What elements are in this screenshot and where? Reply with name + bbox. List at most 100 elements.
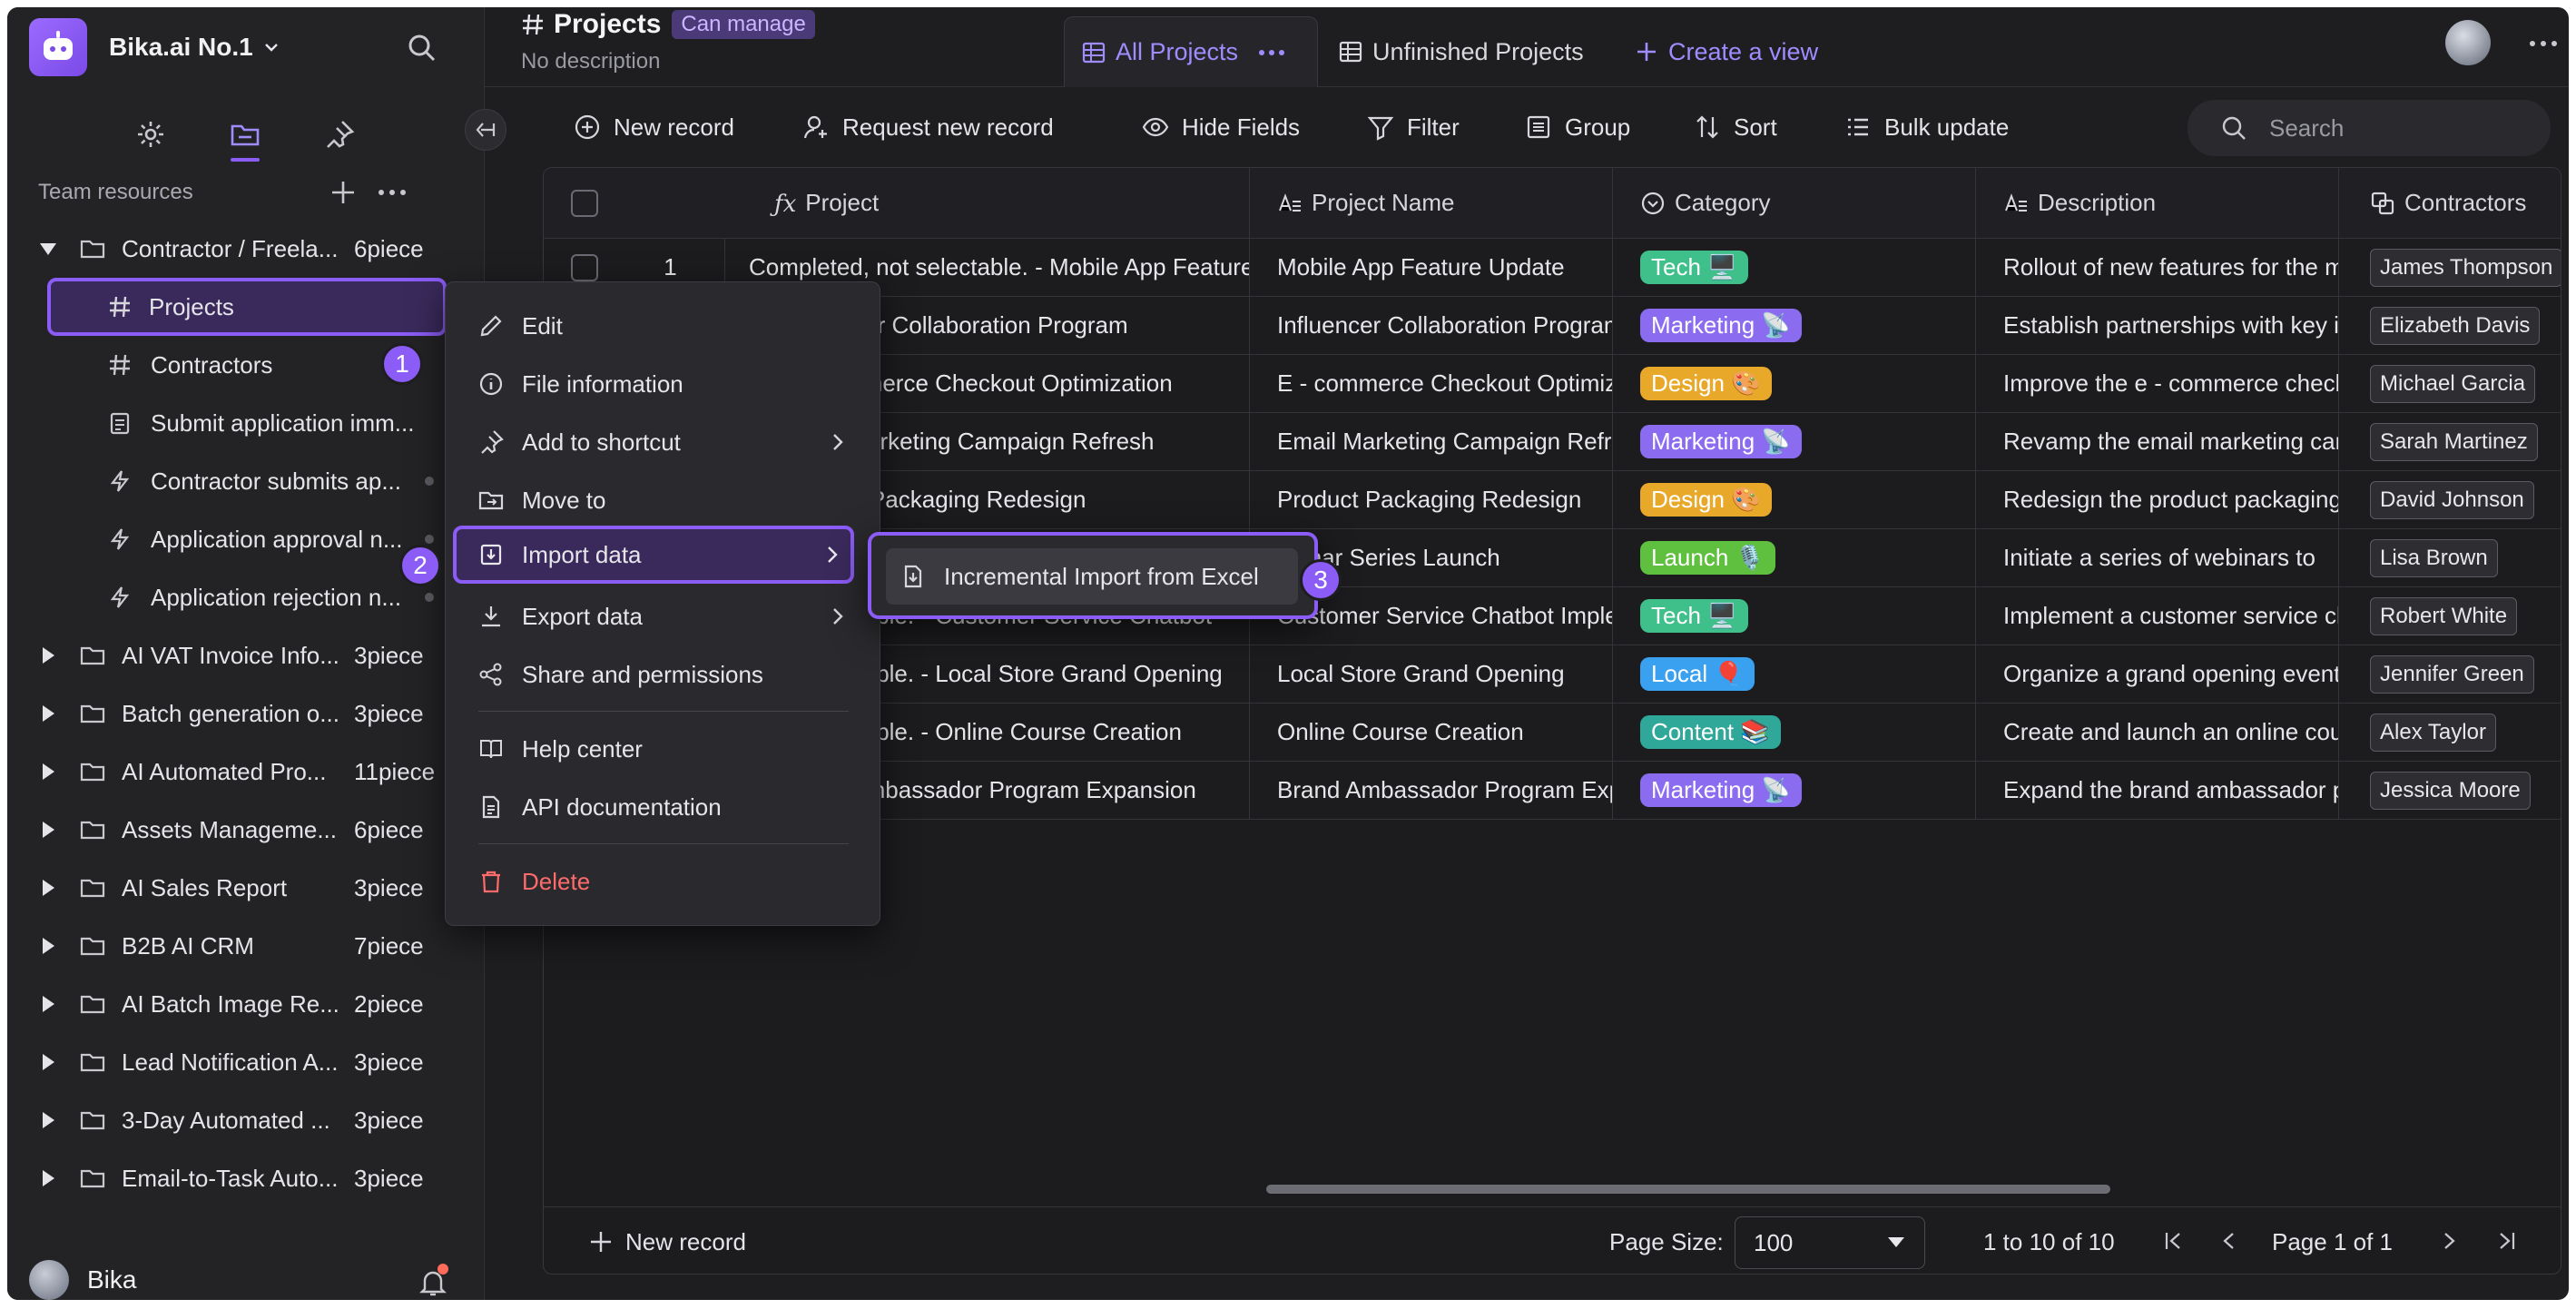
cell-category[interactable]: Marketing 📡 [1613,413,1976,470]
sidebar-item-automation[interactable]: Application approval n... [44,510,443,568]
more-icon[interactable] [1258,48,1285,57]
cell-project-name[interactable]: Influencer Collaboration Program [1250,297,1613,354]
more-icon[interactable] [2527,33,2560,54]
cell-description[interactable]: Establish partnerships with key influenc… [1976,297,2339,354]
cell-contractors[interactable]: Elizabeth Davis [2339,297,2561,354]
caret-right-icon[interactable] [38,994,58,1014]
sidebar-item-automation[interactable]: Application rejection n... [44,568,443,626]
tree-folder[interactable]: Lead Notification A... 3piece [7,1033,485,1091]
caret-right-icon[interactable] [38,936,58,956]
cell-project-name[interactable]: Product Packaging Redesign [1250,471,1613,528]
cell-contractors[interactable]: James Thompson [2339,239,2561,296]
tree-folder[interactable]: AI VAT Invoice Info... 3piece [7,626,485,684]
prev-page-icon[interactable] [2216,1227,2243,1255]
more-icon[interactable] [376,178,408,207]
cell-category[interactable]: Launch 🎙️ [1613,529,1976,586]
cell-contractors[interactable]: Lisa Brown [2339,529,2561,586]
tree-folder[interactable]: AI Batch Image Re... 2piece [7,975,485,1033]
first-page-icon[interactable] [2159,1227,2187,1255]
cell-category[interactable]: Local 🎈 [1613,645,1976,703]
page-size-select[interactable]: 100 [1735,1216,1925,1269]
cell-contractors[interactable]: Sarah Martinez [2339,413,2561,470]
folder-icon[interactable] [227,116,263,162]
cell-description[interactable]: Initiate a series of webinars to [1976,529,2339,586]
cell-description[interactable]: Revamp the email marketing campaign [1976,413,2339,470]
cell-project-name[interactable]: E - commerce Checkout Optimization [1250,355,1613,412]
hide-fields-button[interactable]: Hide Fields [1142,107,1300,147]
menu-item-incremental-import-excel[interactable]: Incremental Import from Excel [886,548,1298,605]
cell-project-name[interactable]: Online Course Creation [1250,704,1613,761]
menu-item-share-and-permissions[interactable]: Share and permissions [446,645,881,704]
tree-folder[interactable]: AI Automated Pro... 11piece [7,743,485,801]
sidebar-item-projects[interactable]: Projects [47,278,447,336]
sidebar-item-automation[interactable]: Contractor submits ap... [44,452,443,510]
tree-folder[interactable]: Assets Manageme... 6piece [7,801,485,859]
caret-right-icon[interactable] [38,762,58,782]
footer-new-record-button[interactable]: New record [589,1224,746,1260]
column-header-project[interactable]: ƒx Project [725,168,1250,238]
menu-item-delete[interactable]: Delete [446,852,881,910]
search-icon[interactable] [405,31,438,64]
cell-description[interactable]: Improve the e - commerce checkout [1976,355,2339,412]
tab-all-projects[interactable]: All Projects [1064,16,1318,87]
menu-item-export-data[interactable]: Export data [446,587,881,645]
tree-folder[interactable]: Email-to-Task Auto... 3piece [7,1149,485,1207]
row-checkbox[interactable] [571,253,598,281]
tab-unfinished-projects[interactable]: Unfinished Projects [1338,16,1584,87]
cell-description[interactable]: Create and launch an online course [1976,704,2339,761]
cell-project-name[interactable]: Local Store Grand Opening [1250,645,1613,703]
cell-contractors[interactable]: Jessica Moore [2339,762,2561,819]
cell-category[interactable]: Marketing 📡 [1613,762,1976,819]
cell-project-name[interactable]: Email Marketing Campaign Refresh [1250,413,1613,470]
pin-icon[interactable] [321,116,358,153]
cell-contractors[interactable]: Michael Garcia [2339,355,2561,412]
sidebar-item-form[interactable]: Submit application imm... [44,394,443,452]
cell-project-name[interactable]: Brand Ambassador Program Expansion [1250,762,1613,819]
caret-right-icon[interactable] [38,820,58,840]
caret-right-icon[interactable] [38,878,58,898]
search-input[interactable] [2269,113,2542,143]
cell-contractors[interactable]: Robert White [2339,587,2561,645]
bulk-update-button[interactable]: Bulk update [1844,107,2009,147]
cell-description[interactable]: Organize a grand opening event [1976,645,2339,703]
select-all-checkbox[interactable] [571,189,598,217]
caret-down-icon[interactable] [38,239,58,259]
request-new-record-button[interactable]: Request new record [802,107,1054,147]
cell-project-name[interactable]: Mobile App Feature Update [1250,239,1613,296]
cell-category[interactable]: Design 🎨 [1613,355,1976,412]
tree-folder[interactable]: AI Sales Report 3piece [7,859,485,917]
next-page-icon[interactable] [2435,1227,2463,1255]
group-button[interactable]: Group [1525,107,1630,147]
page-description[interactable]: No description [521,49,660,74]
caret-right-icon[interactable] [38,645,58,665]
gear-icon[interactable] [133,116,169,153]
column-header-contractors[interactable]: Contractors [2339,168,2561,238]
cell-description[interactable]: Redesign the product packaging [1976,471,2339,528]
cell-category[interactable]: Tech 🖥️ [1613,587,1976,645]
menu-item-move-to[interactable]: Move to [446,471,881,529]
column-header-description[interactable]: Description [1976,168,2339,238]
menu-item-add-to-shortcut[interactable]: Add to shortcut [446,413,881,471]
avatar[interactable] [2445,20,2491,65]
tree-folder[interactable]: Batch generation o... 3piece [7,684,485,743]
filter-button[interactable]: Filter [1367,107,1460,147]
cell-contractors[interactable]: Alex Taylor [2339,704,2561,761]
new-record-button[interactable]: New record [574,107,734,147]
workspace-switcher[interactable]: Bika.ai No.1 [29,16,280,78]
user-profile[interactable]: Bika [29,1260,136,1300]
create-view-button[interactable]: Create a view [1634,16,1818,87]
sort-button[interactable]: Sort [1694,107,1777,147]
menu-item-edit[interactable]: Edit [446,297,881,355]
menu-item-file-information[interactable]: File information [446,355,881,413]
cell-contractors[interactable]: David Johnson [2339,471,2561,528]
caret-right-icon[interactable] [38,1168,58,1188]
menu-item-help-center[interactable]: Help center [446,720,881,778]
cell-category[interactable]: Design 🎨 [1613,471,1976,528]
caret-right-icon[interactable] [38,1052,58,1072]
caret-right-icon[interactable] [38,704,58,723]
cell-category[interactable]: Tech 🖥️ [1613,239,1976,296]
menu-item-import-data[interactable]: Import data [453,526,854,584]
cell-category[interactable]: Marketing 📡 [1613,297,1976,354]
horizontal-scrollbar[interactable] [1266,1185,2110,1194]
tree-folder[interactable]: B2B AI CRM 7piece [7,917,485,975]
